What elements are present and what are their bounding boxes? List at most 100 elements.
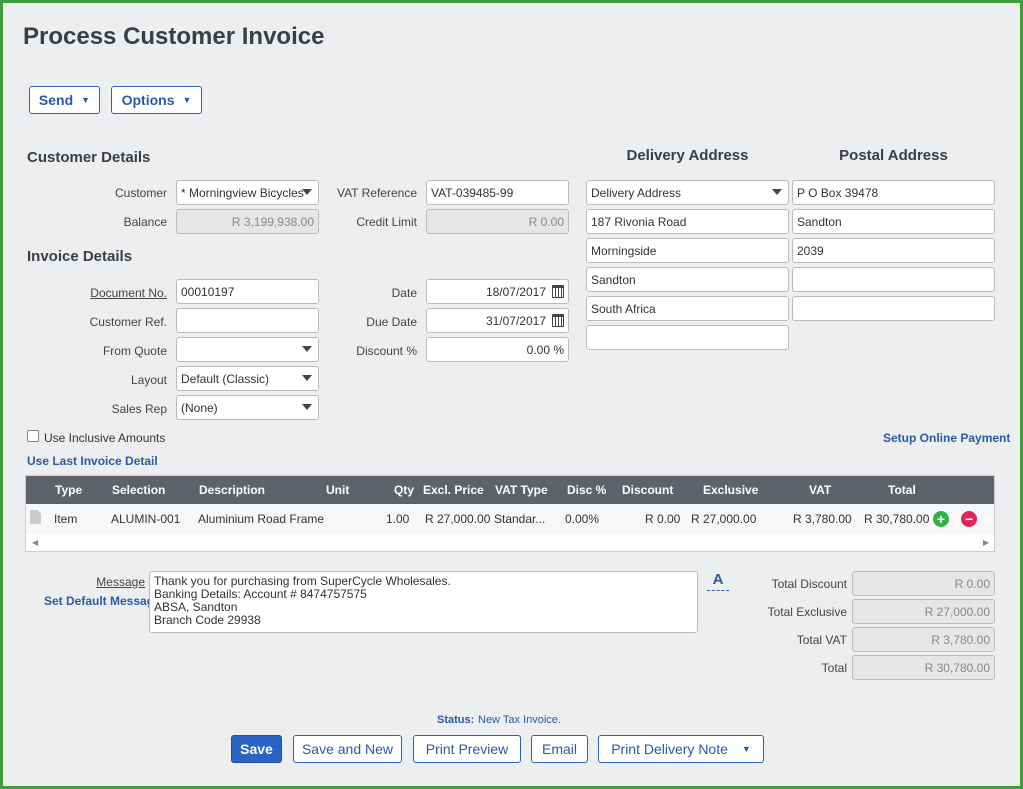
- grid-header: Type Selection Description Unit Qty Excl…: [26, 476, 994, 504]
- from-quote-label: From Quote: [102, 344, 167, 358]
- col-vat[interactable]: VAT: [809, 483, 831, 497]
- customer-value: * Morningview Bicycles: [181, 185, 304, 200]
- balance-value: R 3,199,938.00: [231, 214, 314, 229]
- cell-vat-type[interactable]: Standar...: [494, 512, 545, 526]
- postal-address-heading: Postal Address: [839, 147, 948, 164]
- date-label: Date: [391, 286, 417, 300]
- delivery-address-heading: Delivery Address: [626, 147, 749, 164]
- col-excl-price[interactable]: Excl. Price: [423, 483, 484, 497]
- cell-description[interactable]: Aluminium Road Frame: [198, 512, 324, 526]
- email-button[interactable]: Email: [531, 735, 588, 763]
- print-preview-button[interactable]: Print Preview: [413, 735, 521, 763]
- calendar-icon[interactable]: [552, 285, 564, 298]
- total-vat-label: Total VAT: [796, 633, 847, 647]
- delivery-line-3[interactable]: Sandton: [586, 267, 789, 292]
- cell-qty[interactable]: 1.00: [386, 512, 409, 526]
- layout-label: Layout: [130, 373, 167, 387]
- delivery-line-2[interactable]: Morningside: [586, 238, 789, 263]
- layout-select[interactable]: Default (Classic): [176, 366, 319, 391]
- document-icon: [30, 510, 41, 524]
- due-date-input[interactable]: 31/07/2017: [426, 308, 569, 333]
- col-selection[interactable]: Selection: [112, 483, 165, 497]
- window-frame: Process Customer Invoice Send ▼ Options …: [0, 0, 1023, 789]
- col-description[interactable]: Description: [199, 483, 265, 497]
- total-value: R 30,780.00: [924, 660, 990, 675]
- vat-reference-value: VAT-039485-99: [431, 185, 514, 200]
- plus-circle-icon[interactable]: +: [933, 511, 949, 527]
- postal-line-2[interactable]: Sandton: [792, 209, 995, 234]
- document-no-input[interactable]: 00010197: [176, 279, 319, 304]
- col-qty[interactable]: Qty: [394, 483, 414, 497]
- customer-ref-label: Customer Ref.: [89, 315, 167, 329]
- chevron-down-icon: [302, 404, 312, 410]
- col-exclusive[interactable]: Exclusive: [703, 483, 758, 497]
- col-total[interactable]: Total: [888, 483, 916, 497]
- document-no-label: Document No.: [90, 286, 167, 300]
- total-discount-label: Total Discount: [771, 577, 847, 591]
- cell-disc-pct[interactable]: 0.00%: [565, 512, 599, 526]
- cell-total[interactable]: R 30,780.00: [864, 512, 929, 526]
- from-quote-select[interactable]: [176, 337, 319, 362]
- col-type[interactable]: Type: [55, 483, 82, 497]
- save-and-new-button[interactable]: Save and New: [293, 735, 402, 763]
- discount-value: 0.00 %: [526, 342, 564, 357]
- delivery-line-4[interactable]: South Africa: [586, 296, 789, 321]
- col-vat-type[interactable]: VAT Type: [495, 483, 548, 497]
- customer-label: Customer: [114, 186, 167, 200]
- use-inclusive-checkbox[interactable]: [27, 430, 39, 442]
- chevron-down-icon: [302, 375, 312, 381]
- cell-type[interactable]: Item: [54, 512, 77, 526]
- save-button[interactable]: Save: [231, 735, 282, 763]
- use-last-invoice-link[interactable]: Use Last Invoice Detail: [27, 454, 158, 468]
- balance-field: R 3,199,938.00: [176, 209, 319, 234]
- customer-select[interactable]: * Morningview Bicycles: [176, 180, 319, 205]
- send-label: Send: [38, 92, 74, 108]
- message-textarea[interactable]: Thank you for purchasing from SuperCycle…: [149, 571, 698, 633]
- discount-input[interactable]: 0.00 %: [426, 337, 569, 362]
- total-vat-field: R 3,780.00: [852, 627, 995, 652]
- sales-rep-select[interactable]: (None): [176, 395, 319, 420]
- scroll-right-icon[interactable]: ▶: [983, 538, 989, 547]
- cell-selection[interactable]: ALUMIN-001: [111, 512, 180, 526]
- total-discount-value: R 0.00: [954, 576, 990, 591]
- table-row[interactable]: Item ALUMIN-001 Aluminium Road Frame 1.0…: [26, 504, 994, 534]
- message-line: Branch Code 29938: [154, 613, 261, 627]
- cell-excl-price[interactable]: R 27,000.00: [425, 512, 490, 526]
- total-exclusive-value: R 27,000.00: [924, 604, 990, 619]
- send-button[interactable]: Send ▼: [29, 86, 100, 114]
- invoice-lines-grid: Type Selection Description Unit Qty Excl…: [25, 475, 995, 552]
- vat-reference-input[interactable]: VAT-039485-99: [426, 180, 569, 205]
- use-inclusive-label: Use Inclusive Amounts: [44, 431, 166, 445]
- date-value: 18/07/2017: [485, 284, 546, 299]
- options-button[interactable]: Options ▼: [111, 86, 202, 114]
- date-input[interactable]: 18/07/2017: [426, 279, 569, 304]
- message-label: Message: [96, 575, 145, 589]
- col-disc-pct[interactable]: Disc %: [567, 483, 606, 497]
- postal-line-4[interactable]: [792, 267, 995, 292]
- print-delivery-note-button[interactable]: Print Delivery Note ▼: [598, 735, 764, 763]
- set-default-message-link[interactable]: Set Default Message: [44, 594, 161, 608]
- delivery-line-5[interactable]: [586, 325, 789, 350]
- cell-exclusive[interactable]: R 27,000.00: [691, 512, 756, 526]
- col-discount[interactable]: Discount: [622, 483, 673, 497]
- col-unit[interactable]: Unit: [326, 483, 349, 497]
- postal-line-1[interactable]: P O Box 39478: [792, 180, 995, 205]
- scroll-left-icon[interactable]: ◀: [32, 538, 38, 547]
- cell-vat[interactable]: R 3,780.00: [793, 512, 852, 526]
- chevron-down-icon: [772, 189, 782, 195]
- customer-ref-input[interactable]: [176, 308, 319, 333]
- delivery-line-1[interactable]: 187 Rivonia Road: [586, 209, 789, 234]
- postal-line-3[interactable]: 2039: [792, 238, 995, 263]
- minus-circle-icon[interactable]: −: [961, 511, 977, 527]
- delivery-address-select[interactable]: Delivery Address: [586, 180, 789, 205]
- cell-discount[interactable]: R 0.00: [645, 512, 680, 526]
- postal-line-5[interactable]: [792, 296, 995, 321]
- total-exclusive-field: R 27,000.00: [852, 599, 995, 624]
- caret-down-icon: ▼: [741, 744, 751, 754]
- caret-down-icon: ▼: [182, 95, 192, 105]
- print-delivery-note-label: Print Delivery Note: [611, 741, 728, 757]
- setup-online-payment-link[interactable]: Setup Online Payment: [883, 431, 1010, 445]
- calendar-icon[interactable]: [552, 314, 564, 327]
- options-label: Options: [121, 92, 175, 108]
- font-style-button[interactable]: A: [707, 571, 729, 591]
